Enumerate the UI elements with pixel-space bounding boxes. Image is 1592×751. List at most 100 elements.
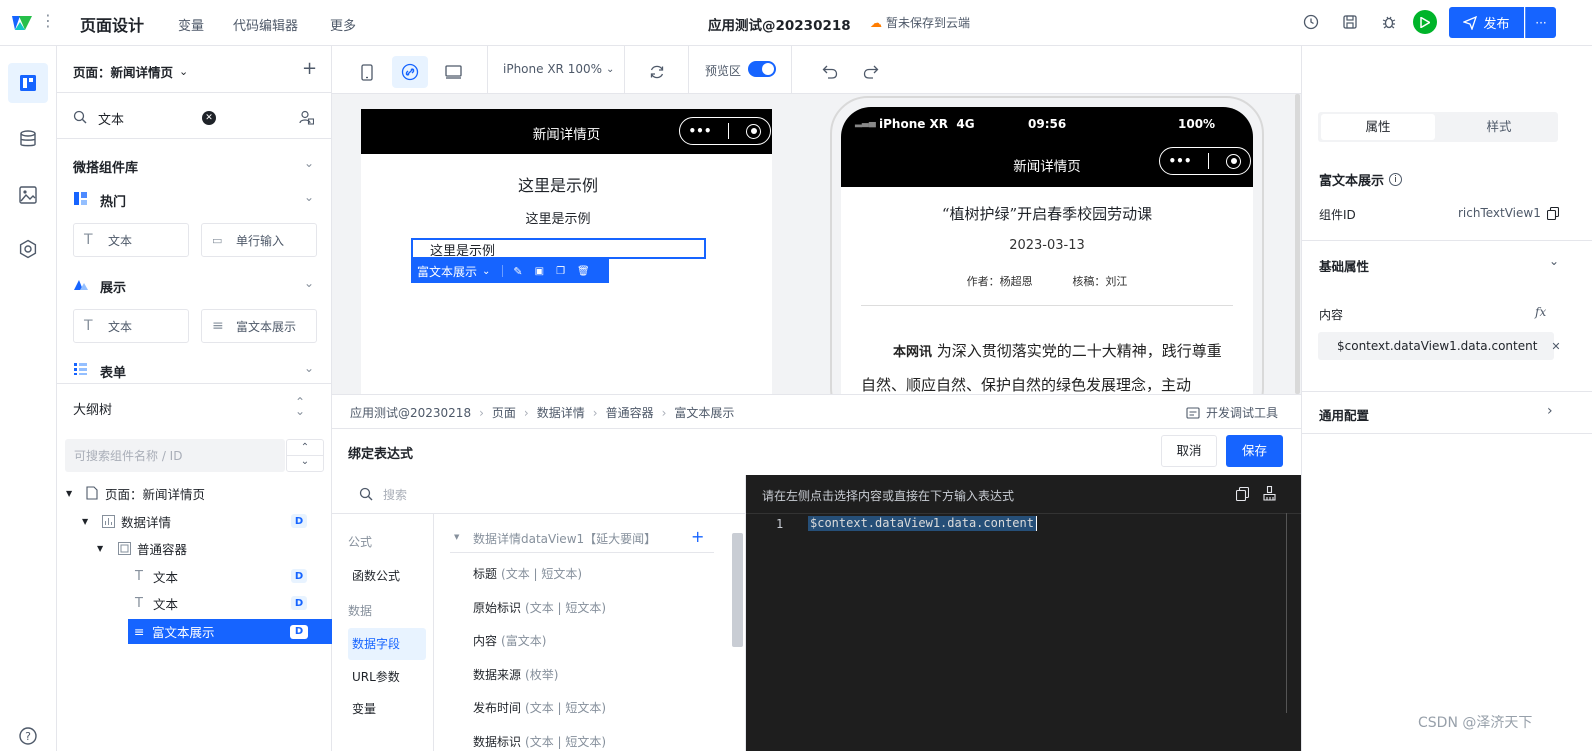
rail-settings-icon[interactable] xyxy=(18,239,38,259)
copy-icon[interactable] xyxy=(1236,487,1249,501)
clear-search-icon[interactable]: ✕ xyxy=(202,111,216,125)
breadcrumb-item[interactable]: 普通容器 xyxy=(606,404,654,421)
component-single-input[interactable]: ▭ 单行输入 xyxy=(201,223,317,257)
chevron-down-icon[interactable]: ⌄ xyxy=(304,156,314,170)
field-row[interactable]: 发布时间 (文本 | 短文本) xyxy=(473,699,606,716)
category-data-fields[interactable]: 数据字段 xyxy=(348,628,426,660)
save-button[interactable]: 保存 xyxy=(1226,435,1283,467)
caret-down-icon[interactable]: ▼ xyxy=(82,517,88,526)
datasource-label[interactable]: 数据详情dataView1【延大要闻】 xyxy=(473,530,656,547)
editor-scrollbar[interactable] xyxy=(1286,513,1287,713)
library-title[interactable]: 微搭组件库 xyxy=(73,157,138,176)
breadcrumb-item[interactable]: 数据详情 xyxy=(537,404,585,421)
device-select[interactable]: iPhone XR 100% ⌄ xyxy=(503,62,614,76)
tree-node-page[interactable]: ▼ 页面：新闻详情页 xyxy=(57,480,332,506)
preview-toggle[interactable] xyxy=(748,61,776,77)
expand-collapse-icon[interactable]: ⌃ ⌄ xyxy=(295,396,305,417)
outline-stepper[interactable]: ⌃ ⌄ xyxy=(286,439,324,472)
mini-capsule[interactable]: ••• xyxy=(679,117,771,145)
field-row[interactable]: 原始标识 (文本 | 短文本) xyxy=(473,599,606,616)
copy-icon[interactable] xyxy=(1546,206,1559,220)
link-view-icon[interactable] xyxy=(392,56,428,88)
copy-icon[interactable]: ❐ xyxy=(556,266,565,277)
app-logo-icon[interactable] xyxy=(10,12,34,34)
publish-button[interactable]: 发布 xyxy=(1449,7,1524,38)
basic-props-title[interactable]: 基础属性 xyxy=(1319,256,1369,275)
edit-pencil-icon[interactable]: ✎ xyxy=(513,265,522,278)
fx-button[interactable]: fx xyxy=(1535,305,1546,319)
phone-capsule[interactable]: ••• xyxy=(1159,147,1251,175)
history-icon[interactable] xyxy=(1303,14,1319,30)
canvas-scrollbar[interactable] xyxy=(1295,94,1300,394)
chevron-right-icon[interactable]: › xyxy=(1547,403,1553,419)
save-icon[interactable]: ▣ xyxy=(535,266,544,277)
rail-database-icon[interactable] xyxy=(18,129,38,149)
rail-image-icon[interactable] xyxy=(18,185,38,205)
rotate-refresh-icon[interactable] xyxy=(639,56,675,88)
cancel-button[interactable]: 取消 xyxy=(1161,435,1217,467)
selection-label[interactable]: 富文本展示 xyxy=(417,263,477,280)
desktop-view-icon[interactable] xyxy=(435,56,471,88)
chevron-down-icon[interactable]: ⌄ xyxy=(304,276,314,290)
outline-search-input[interactable]: 可搜索组件名称 / ID xyxy=(65,439,285,472)
section-display[interactable]: 展示 xyxy=(100,277,126,296)
design-richtext-selected[interactable]: 这里是示例 xyxy=(411,238,706,259)
category-function-formula[interactable]: 函数公式 xyxy=(352,567,400,584)
content-binding-tag[interactable]: $context.dataView1.data.content ✕ xyxy=(1318,332,1561,360)
binding-search-input[interactable]: 搜索 xyxy=(383,486,407,503)
nav-more[interactable]: 更多 xyxy=(330,15,356,34)
save-icon[interactable] xyxy=(1342,14,1358,30)
page-selector[interactable]: 页面：新闻详情页 ⌄ xyxy=(73,62,188,81)
expression-editor[interactable]: 请在左侧点击选择内容或直接在下方输入表达式 1 $context.dataVie… xyxy=(746,475,1301,751)
caret-down-icon[interactable]: ▼ xyxy=(66,489,72,498)
add-page-icon[interactable]: + xyxy=(302,60,317,78)
debug-bug-icon[interactable] xyxy=(1381,14,1397,30)
run-preview-button[interactable] xyxy=(1413,10,1437,34)
tab-properties[interactable]: 属性 xyxy=(1321,114,1435,140)
tree-node-text[interactable]: T 文本 D xyxy=(57,590,332,616)
category-url-params[interactable]: URL参数 xyxy=(352,668,400,685)
publish-more-button[interactable]: ··· xyxy=(1525,7,1556,38)
component-filter-icon[interactable] xyxy=(299,110,314,125)
chevron-down-icon[interactable]: ⌄ xyxy=(304,190,314,204)
tree-node-text[interactable]: T 文本 D xyxy=(57,563,332,589)
breadcrumb-item[interactable]: 页面 xyxy=(492,404,516,421)
step-down-icon[interactable]: ⌄ xyxy=(287,456,323,472)
close-icon[interactable]: ✕ xyxy=(1551,340,1560,353)
redo-icon[interactable] xyxy=(853,56,889,88)
general-config-title[interactable]: 通用配置 xyxy=(1319,405,1369,424)
info-icon[interactable]: i xyxy=(1389,173,1403,186)
tree-node-dataview[interactable]: ▼ 数据详情 D xyxy=(57,508,332,534)
dev-tools-button[interactable]: 开发调试工具 xyxy=(1186,404,1278,421)
caret-down-icon[interactable]: ▼ xyxy=(97,544,103,553)
field-row[interactable]: 标题 (文本 | 短文本) xyxy=(473,565,582,582)
component-text[interactable]: T 文本 xyxy=(73,309,189,343)
app-menu-icon[interactable]: ⋮ xyxy=(40,11,56,31)
category-variables[interactable]: 变量 xyxy=(352,700,376,717)
tree-node-container[interactable]: ▼ 普通容器 xyxy=(57,535,332,561)
delete-trash-icon[interactable]: 🗑 xyxy=(577,266,590,277)
component-richtext[interactable]: ≡ 富文本展示 xyxy=(201,309,317,343)
nav-code-editor[interactable]: 代码编辑器 xyxy=(233,15,298,34)
field-scrollbar[interactable] xyxy=(732,533,743,647)
add-field-icon[interactable]: + xyxy=(691,527,704,546)
chevron-down-icon[interactable]: ⌄ xyxy=(304,361,314,375)
chevron-down-icon[interactable]: ⌄ xyxy=(1549,254,1559,268)
section-form[interactable]: 表单 xyxy=(100,362,126,381)
component-search-input[interactable]: 文本 xyxy=(98,109,124,128)
tab-styles[interactable]: 样式 xyxy=(1442,114,1556,140)
caret-down-icon[interactable]: ▼ xyxy=(454,533,459,541)
tree-node-richtext-selected[interactable]: ≡ 富文本展示 D xyxy=(128,619,332,644)
help-icon[interactable]: ? xyxy=(18,726,38,746)
nav-variables[interactable]: 变量 xyxy=(178,15,204,34)
expression-code[interactable]: $context.dataView1.data.content xyxy=(808,516,1037,531)
rail-pages-button[interactable] xyxy=(8,63,48,103)
step-up-icon[interactable]: ⌃ xyxy=(287,440,323,456)
format-brush-icon[interactable] xyxy=(1263,486,1276,501)
breadcrumb-item[interactable]: 富文本展示 xyxy=(674,404,734,421)
design-text-1[interactable]: 这里是示例 xyxy=(361,172,755,196)
mobile-view-icon[interactable] xyxy=(349,56,385,88)
field-row[interactable]: 数据标识 (文本 | 短文本) xyxy=(473,733,606,750)
undo-icon[interactable] xyxy=(812,56,848,88)
design-text-2[interactable]: 这里是示例 xyxy=(361,208,755,227)
